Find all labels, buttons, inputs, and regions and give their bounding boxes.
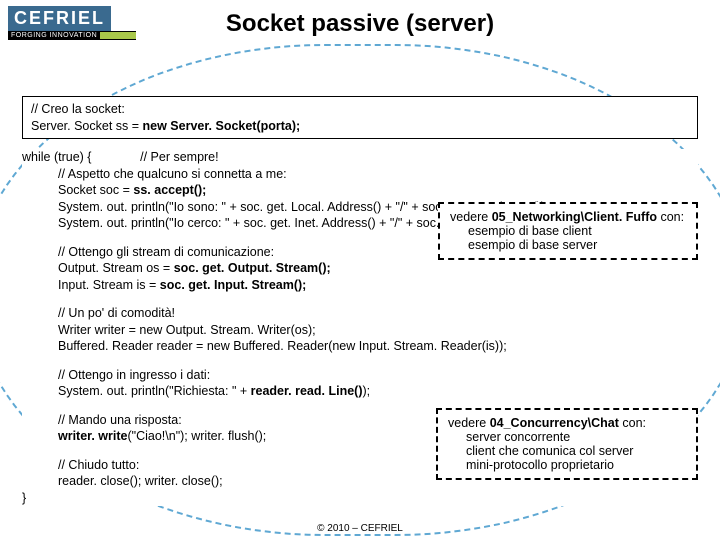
callout-concurrency: vedere 04_Concurrency\Chat con: server c… xyxy=(436,408,698,480)
code-line: while (true) { // Per sempre! xyxy=(22,149,698,166)
footer-copyright: © 2010 – CEFRIEL xyxy=(0,523,720,534)
code-box-top: // Creo la socket: Server. Socket ss = n… xyxy=(22,96,698,139)
callout-item: esempio di base client xyxy=(450,224,686,238)
callout-title: vedere 04_Concurrency\Chat con: xyxy=(448,416,686,430)
logo-sub: FORGING INNOVATION xyxy=(8,31,136,40)
code-line: Output. Stream os = soc. get. Output. St… xyxy=(58,260,698,277)
code-line: // Ottengo in ingresso i dati: xyxy=(58,367,698,384)
callout-item: client che comunica col server xyxy=(448,444,686,458)
callout-item: esempio di base server xyxy=(450,238,686,252)
code-line: Writer writer = new Output. Stream. Writ… xyxy=(58,322,698,339)
code-line: System. out. println("Richiesta: " + rea… xyxy=(58,383,698,400)
code-line: Input. Stream is = soc. get. Input. Stre… xyxy=(58,277,698,294)
code-line: } xyxy=(22,490,698,507)
callout-item: mini-protocollo proprietario xyxy=(448,458,686,472)
code-line: // Aspetto che qualcuno si connetta a me… xyxy=(58,166,698,183)
logo: CEFRIEL FORGING INNOVATION xyxy=(8,6,136,42)
code-line: // Creo la socket: xyxy=(31,101,689,118)
code-line: Socket soc = ss. accept(); xyxy=(58,182,698,199)
code-line: Buffered. Reader reader = new Buffered. … xyxy=(58,338,698,355)
callout-networking: vedere 05_Networking\Client. Fuffo con: … xyxy=(438,202,698,260)
logo-main: CEFRIEL xyxy=(8,6,111,31)
code-line: // Un po' di comodità! xyxy=(58,305,698,322)
callout-item: server concorrente xyxy=(448,430,686,444)
code-line: Server. Socket ss = new Server. Socket(p… xyxy=(31,118,689,135)
callout-title: vedere 05_Networking\Client. Fuffo con: xyxy=(450,210,686,224)
